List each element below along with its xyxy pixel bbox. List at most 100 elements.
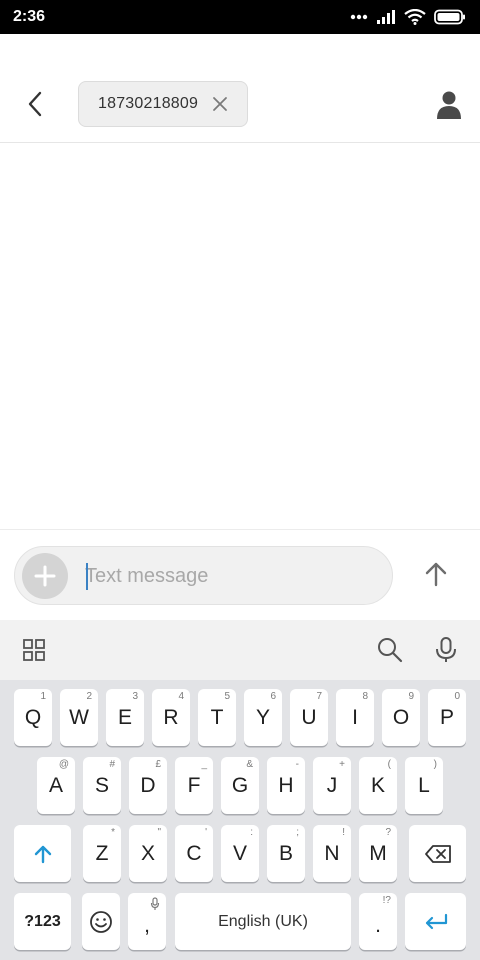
key-label: J	[326, 773, 338, 797]
key-hint: 1	[40, 691, 46, 702]
key-z[interactable]: * Z	[83, 825, 121, 882]
key-label: M	[369, 841, 387, 865]
period-key-hint: !?	[382, 895, 391, 906]
mic-icon[interactable]	[432, 636, 460, 664]
send-arrow-icon	[425, 562, 447, 587]
key-b[interactable]: ; B	[267, 825, 305, 882]
add-attachment-button[interactable]	[22, 553, 68, 599]
recipient-chip[interactable]: 18730218809	[78, 81, 248, 127]
key-label: I	[352, 705, 358, 729]
key-w[interactable]: 2W	[60, 689, 98, 746]
key-label: A	[48, 773, 63, 797]
key-s[interactable]: # S	[83, 757, 121, 814]
key-i[interactable]: 8I	[336, 689, 374, 746]
status-time: 2:36	[13, 8, 46, 25]
key-hint: 2	[86, 691, 92, 702]
key-hint: #	[109, 759, 115, 770]
contact-icon[interactable]	[436, 90, 462, 120]
conversation-area	[0, 144, 480, 529]
more-dots-icon	[350, 14, 368, 20]
key-h[interactable]: -H	[267, 757, 305, 814]
key-hint: 4	[178, 691, 184, 702]
key-p[interactable]: 0P	[428, 689, 466, 746]
key-e[interactable]: 3E	[106, 689, 144, 746]
key-l[interactable]: ) L	[405, 757, 443, 814]
key-y[interactable]: 6Y	[244, 689, 282, 746]
close-icon[interactable]	[211, 95, 229, 113]
key-v[interactable]: :V	[221, 825, 259, 882]
key-label: H	[278, 773, 294, 797]
key-u[interactable]: 7U	[290, 689, 328, 746]
key-hint: )	[433, 759, 437, 770]
back-button[interactable]	[20, 86, 50, 122]
key-j[interactable]: + J	[313, 757, 351, 814]
emoji-icon	[90, 910, 112, 933]
shift-key[interactable]	[14, 825, 71, 882]
key-hint: !	[342, 827, 345, 838]
key-hint: 7	[316, 691, 322, 702]
key-label: G	[231, 773, 249, 797]
add-icon	[34, 565, 56, 587]
key-hint: +	[339, 759, 345, 770]
enter-icon	[425, 913, 447, 929]
key-hint: -	[295, 759, 299, 770]
key-label: Z	[95, 841, 109, 865]
space-key-label: English (UK)	[218, 912, 308, 930]
key-hint: _	[201, 759, 207, 770]
key-r[interactable]: 4R	[152, 689, 190, 746]
backspace-key[interactable]	[409, 825, 466, 882]
key-a[interactable]: @ A	[37, 757, 75, 814]
keyboard-toolbar	[0, 620, 480, 680]
key-q[interactable]: 1Q	[14, 689, 52, 746]
key-m[interactable]: ? M	[359, 825, 397, 882]
key-hint: 8	[362, 691, 368, 702]
key-c[interactable]: ' C	[175, 825, 213, 882]
period-key[interactable]: !? .	[359, 893, 397, 950]
period-key-label: .	[375, 913, 381, 937]
key-hint: :	[250, 827, 253, 838]
conversation-header: 18730218809	[0, 34, 480, 143]
key-label: R	[163, 705, 179, 729]
key-k[interactable]: (K	[359, 757, 397, 814]
key-hint: ;	[296, 827, 299, 838]
key-hint: 5	[224, 691, 230, 702]
key-label: Y	[255, 705, 270, 729]
emoji-key[interactable]	[82, 893, 120, 950]
key-label: X	[140, 841, 155, 865]
key-label: Q	[24, 705, 42, 729]
key-f[interactable]: _ F	[175, 757, 213, 814]
grid-icon[interactable]	[22, 638, 46, 662]
back-arrow-icon	[28, 91, 42, 117]
symbols-key[interactable]: ?123	[14, 893, 71, 950]
key-label: D	[140, 773, 156, 797]
message-input-container	[14, 546, 393, 605]
key-label: V	[232, 841, 247, 865]
key-hint: 6	[270, 691, 276, 702]
wifi-icon	[404, 9, 426, 25]
key-label: O	[392, 705, 410, 729]
enter-key[interactable]	[405, 893, 466, 950]
key-x[interactable]: " X	[129, 825, 167, 882]
key-n[interactable]: ! N	[313, 825, 351, 882]
key-hint: 0	[454, 691, 460, 702]
battery-icon	[434, 9, 465, 25]
key-label: W	[69, 705, 89, 729]
shift-icon	[34, 845, 51, 863]
key-hint: 3	[132, 691, 138, 702]
search-icon[interactable]	[376, 636, 404, 664]
key-o[interactable]: 9O	[382, 689, 420, 746]
key-hint: (	[387, 759, 391, 770]
key-hint: @	[58, 759, 69, 770]
send-button[interactable]	[418, 556, 454, 592]
message-input[interactable]	[85, 562, 375, 590]
key-t[interactable]: 5T	[198, 689, 236, 746]
key-d[interactable]: £ D	[129, 757, 167, 814]
key-hint: £	[155, 759, 161, 770]
text-cursor	[86, 563, 88, 590]
comma-key[interactable]: ,	[128, 893, 166, 950]
space-key[interactable]: English (UK)	[175, 893, 351, 950]
key-label: L	[418, 773, 430, 797]
key-label: S	[94, 773, 109, 797]
key-g[interactable]: & G	[221, 757, 259, 814]
key-hint: *	[111, 827, 115, 838]
